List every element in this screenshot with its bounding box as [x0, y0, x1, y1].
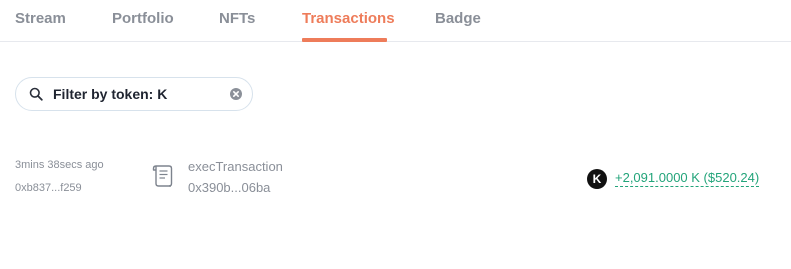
tabs-divider	[0, 41, 791, 42]
tab-badge[interactable]: Badge	[435, 9, 481, 29]
scroll-icon	[152, 165, 173, 187]
token-filter[interactable]	[15, 77, 253, 111]
token-k-icon: K	[587, 169, 607, 189]
transaction-time: 3mins 38secs ago	[15, 159, 104, 171]
tab-bar: Stream Portfolio NFTs Transactions Badge	[0, 0, 791, 43]
transaction-from-address[interactable]: 0xb837...f259	[15, 182, 82, 194]
tab-nfts[interactable]: NFTs	[219, 9, 255, 29]
search-icon	[29, 87, 43, 101]
token-filter-input[interactable]	[53, 84, 223, 104]
transaction-method: execTransaction	[188, 159, 283, 174]
transaction-row: 3mins 38secs ago 0xb837...f259 execTrans…	[0, 150, 791, 206]
active-tab-indicator	[302, 38, 387, 42]
tab-transactions[interactable]: Transactions	[302, 9, 395, 29]
tab-stream[interactable]: Stream	[15, 9, 66, 29]
tab-portfolio[interactable]: Portfolio	[112, 9, 174, 29]
clear-icon[interactable]	[230, 88, 242, 100]
transaction-amount[interactable]: +2,091.0000 K ($520.24)	[615, 170, 760, 187]
transaction-hash[interactable]: 0x390b...06ba	[188, 180, 270, 195]
